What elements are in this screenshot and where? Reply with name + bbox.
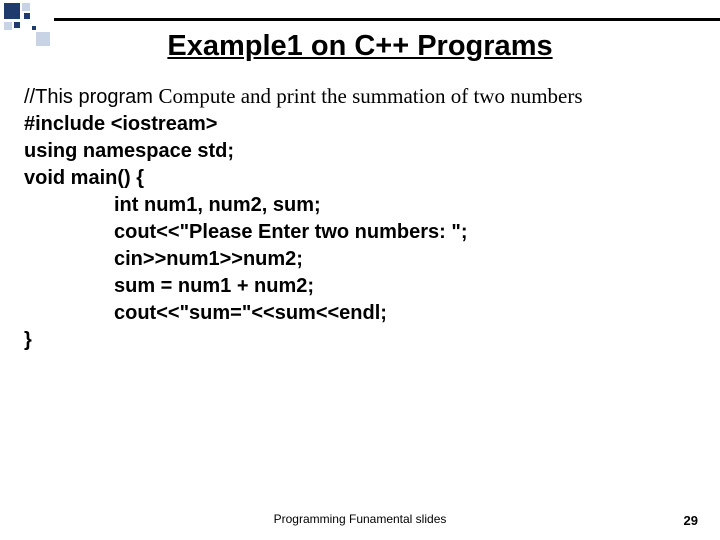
code-line-using: using namespace std; — [24, 138, 696, 165]
code-line-close: } — [24, 327, 696, 354]
code-line-cout1: cout<<"Please Enter two numbers: "; — [24, 219, 696, 246]
code-comment: //This program Compute and print the sum… — [24, 82, 696, 111]
comment-rest: Compute and print the summation of two n… — [158, 84, 582, 108]
code-line-decl: int num1, num2, sum; — [24, 192, 696, 219]
slide-title: Example1 on C++ Programs — [0, 30, 720, 63]
page-number: 29 — [684, 513, 698, 528]
code-line-main: void main() { — [24, 165, 696, 192]
code-line-include: #include <iostream> — [24, 111, 696, 138]
code-line-cin: cin>>num1>>num2; — [24, 246, 696, 273]
slide-body: //This program Compute and print the sum… — [24, 82, 696, 354]
code-line-cout2: cout<<"sum="<<sum<<endl; — [24, 300, 696, 327]
top-divider — [54, 18, 720, 21]
code-line-sum: sum = num1 + num2; — [24, 273, 696, 300]
footer-text: Programming Funamental slides — [0, 512, 720, 526]
comment-prefix: //This program — [24, 86, 158, 108]
